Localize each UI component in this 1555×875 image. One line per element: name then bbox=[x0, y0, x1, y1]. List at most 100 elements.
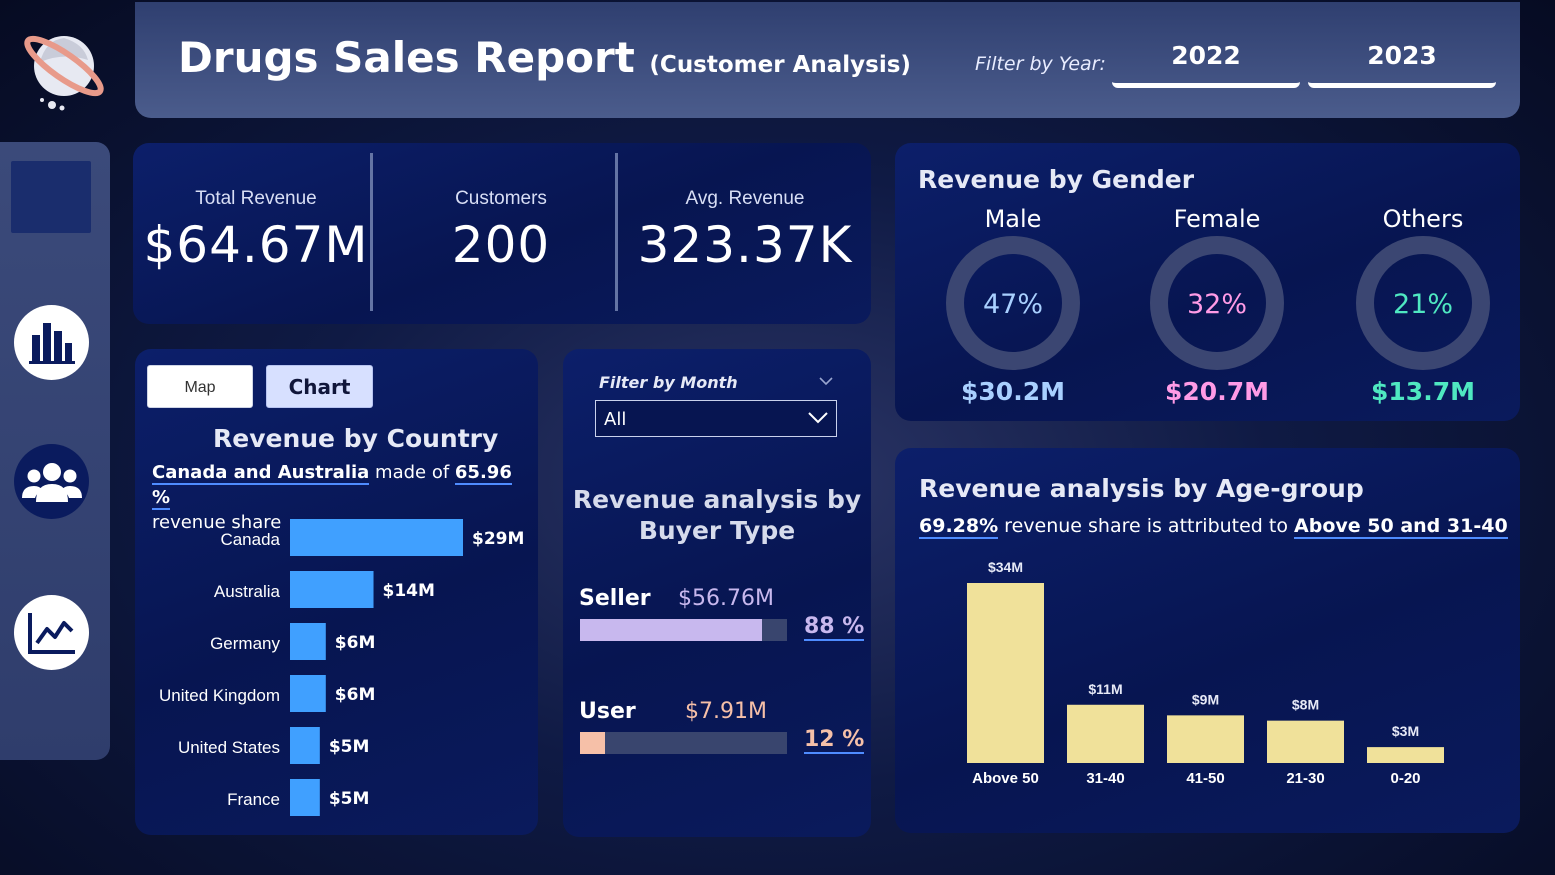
buyer-bar-track bbox=[580, 619, 787, 641]
tab-map[interactable]: Map bbox=[147, 365, 253, 408]
gender-name: Others bbox=[1382, 205, 1464, 233]
buyer-title-line2: Buyer Type bbox=[638, 516, 796, 545]
planet-logo-icon bbox=[22, 22, 108, 114]
kpi-card: Total Revenue $64.67M Customers 200 Avg.… bbox=[133, 143, 871, 324]
gender-donut: 21% bbox=[1356, 236, 1490, 370]
insight-groups: Above 50 and 31-40 bbox=[1294, 515, 1508, 539]
gender-amount: $13.7M bbox=[1371, 377, 1475, 406]
gender-donut: 47% bbox=[946, 236, 1080, 370]
age-category-label: 31-40 bbox=[1086, 770, 1124, 787]
nav-trend-button[interactable] bbox=[14, 595, 89, 670]
country-label: United Kingdom bbox=[159, 686, 280, 705]
country-bar bbox=[290, 675, 326, 712]
country-title: Revenue by Country bbox=[213, 424, 499, 453]
kpi-label: Customers bbox=[455, 188, 547, 209]
filter-year-label: Filter by Year: bbox=[975, 53, 1106, 75]
month-filter-label: Filter by Month bbox=[599, 373, 738, 392]
buyer-pct: 88 % bbox=[804, 614, 865, 641]
kpi-label: Avg. Revenue bbox=[685, 188, 805, 209]
country-bar bbox=[290, 571, 374, 608]
donut-percent-label: 47% bbox=[983, 289, 1043, 320]
donut-percent-label: 32% bbox=[1187, 289, 1247, 320]
buyer-card: Filter by Month All Revenue analysis by … bbox=[563, 349, 871, 837]
kpi-value: 323.37K bbox=[637, 216, 853, 274]
country-value-label: $14M bbox=[383, 581, 435, 601]
age-bar-chart: $34M Above 50 $11M 31-40 $9M 41-50 $8M 21-30 $3M… bbox=[967, 559, 1444, 787]
buyer-pct: 12 % bbox=[804, 727, 865, 754]
kpi-total-revenue: Total Revenue $64.67M bbox=[136, 188, 376, 274]
chevron-down-icon bbox=[808, 412, 828, 424]
country-label: France bbox=[227, 790, 280, 809]
age-bar bbox=[967, 583, 1044, 763]
nav-customers-button[interactable] bbox=[14, 444, 89, 519]
age-category-label: 41-50 bbox=[1186, 770, 1224, 787]
kpi-value: 200 bbox=[451, 216, 551, 274]
nav-home-button[interactable] bbox=[11, 161, 91, 233]
age-card: Revenue analysis by Age-group 69.28% rev… bbox=[895, 448, 1520, 833]
year-2022-button[interactable]: 2022 bbox=[1112, 38, 1300, 88]
age-value-label: $11M bbox=[1088, 681, 1122, 697]
report-subtitle: (Customer Analysis) bbox=[649, 52, 911, 78]
insight-pct: 69.28% bbox=[919, 515, 999, 539]
age-bar bbox=[1367, 747, 1444, 763]
month-select[interactable]: All bbox=[595, 400, 837, 437]
buyer-bar-track bbox=[580, 732, 787, 754]
gender-male: Male 47% $30.2M bbox=[928, 205, 1098, 406]
country-card: Map Chart Revenue by Country Canada and … bbox=[135, 349, 538, 835]
buyer-type-name: User bbox=[579, 699, 636, 724]
country-value-label: $6M bbox=[335, 633, 376, 653]
country-value-label: $5M bbox=[329, 789, 370, 809]
kpi-customers: Customers 200 bbox=[381, 188, 621, 274]
age-value-label: $34M bbox=[988, 559, 1023, 575]
nav-bar-chart-button[interactable] bbox=[14, 305, 89, 380]
bar-chart-icon bbox=[28, 322, 75, 364]
country-bar bbox=[290, 519, 463, 556]
line-chart-icon bbox=[27, 612, 75, 654]
country-bar bbox=[290, 623, 326, 660]
gender-others: Others 21% $13.7M bbox=[1338, 205, 1508, 406]
country-bar bbox=[290, 727, 320, 764]
age-value-label: $8M bbox=[1292, 697, 1319, 713]
gender-name: Male bbox=[984, 205, 1042, 233]
gender-female: Female 32% $20.7M bbox=[1132, 205, 1302, 406]
sidebar bbox=[0, 142, 110, 760]
insight-highlight: Canada and Australia bbox=[152, 462, 370, 485]
buyer-bar-fill bbox=[580, 732, 605, 754]
country-label: Australia bbox=[214, 582, 281, 601]
gender-amount: $30.2M bbox=[961, 377, 1065, 406]
age-category-label: 0-20 bbox=[1390, 770, 1420, 787]
gender-title: Revenue by Gender bbox=[918, 165, 1195, 194]
age-value-label: $3M bbox=[1392, 723, 1419, 739]
kpi-value: $64.67M bbox=[143, 216, 369, 274]
page-title: Drugs Sales Report (Customer Analysis) bbox=[178, 33, 911, 82]
month-select-value: All bbox=[604, 409, 627, 430]
country-value-label: $5M bbox=[329, 737, 370, 757]
age-category-label: Above 50 bbox=[972, 770, 1039, 787]
gender-name: Female bbox=[1173, 205, 1261, 233]
country-value-label: $29M bbox=[472, 529, 524, 549]
age-bar bbox=[1167, 715, 1244, 763]
divider bbox=[615, 153, 618, 311]
kpi-label: Total Revenue bbox=[195, 188, 317, 209]
divider bbox=[370, 153, 373, 311]
buyer-title: Revenue analysis by Buyer Type bbox=[563, 484, 871, 546]
country-label: Germany bbox=[210, 634, 280, 653]
age-bar bbox=[1267, 720, 1344, 763]
age-insight: 69.28% revenue share is attributed to Ab… bbox=[919, 515, 1508, 539]
age-title: Revenue analysis by Age-group bbox=[919, 474, 1364, 503]
buyer-title-line1: Revenue analysis by bbox=[572, 485, 862, 514]
users-icon bbox=[21, 462, 82, 502]
tab-chart[interactable]: Chart bbox=[266, 365, 373, 408]
age-category-label: 21-30 bbox=[1286, 770, 1324, 787]
buyer-type-name: Seller bbox=[579, 586, 651, 611]
report-title: Drugs Sales Report bbox=[178, 33, 635, 82]
gender-amount: $20.7M bbox=[1165, 377, 1269, 406]
donut-percent-label: 21% bbox=[1393, 289, 1453, 320]
age-value-label: $9M bbox=[1192, 691, 1219, 707]
country-bar-chart: Canada $29M Australia $14M Germany $6M United … bbox=[159, 519, 524, 816]
buyer-bar-fill bbox=[580, 619, 763, 641]
year-2023-button[interactable]: 2023 bbox=[1308, 38, 1496, 88]
country-label: Canada bbox=[220, 530, 280, 549]
gender-card: Revenue by Gender Male 47% $30.2M Female 32%… bbox=[895, 143, 1520, 421]
collapse-chevron-icon[interactable] bbox=[819, 371, 833, 390]
